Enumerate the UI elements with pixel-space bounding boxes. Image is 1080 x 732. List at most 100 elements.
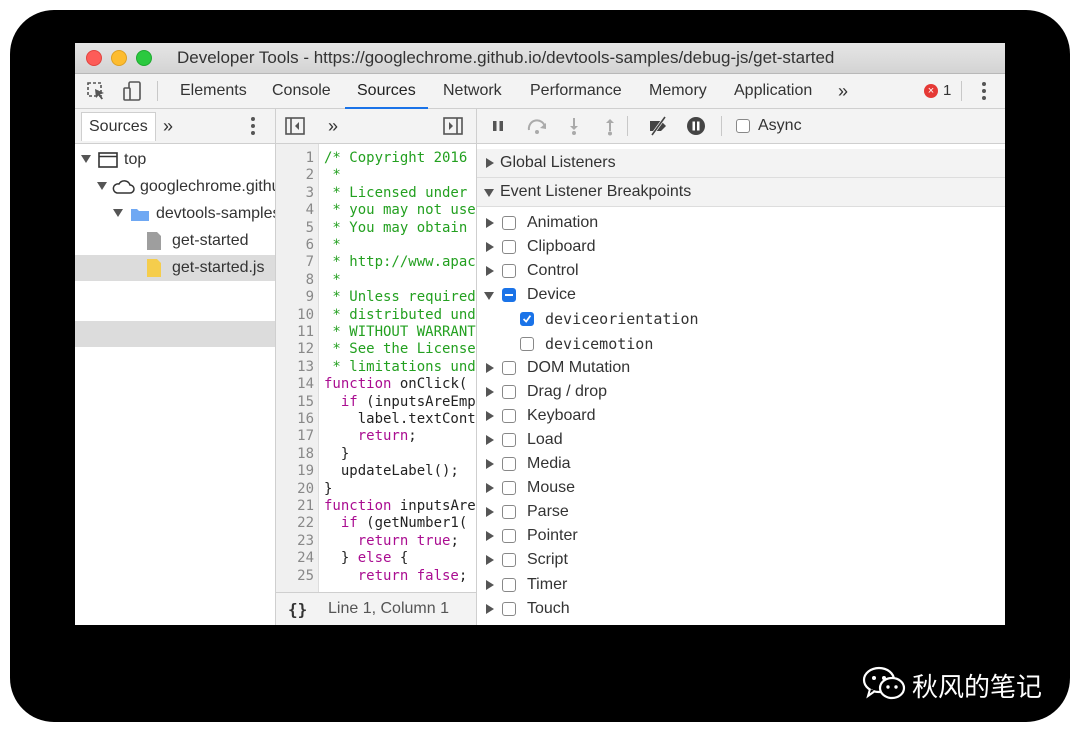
- breakpoint-checkbox[interactable]: [502, 432, 516, 447]
- maximize-window-button[interactable]: [136, 50, 152, 66]
- line-number[interactable]: 22: [276, 515, 314, 532]
- device-toolbar-icon[interactable]: [121, 80, 143, 102]
- section-event-listener-breakpoints[interactable]: Event Listener Breakpoints: [477, 178, 1005, 207]
- collapsed-arrow-icon[interactable]: [486, 362, 494, 373]
- more-tabs-chevron-icon[interactable]: »: [838, 74, 848, 108]
- line-number[interactable]: 8: [276, 272, 314, 289]
- pause-icon[interactable]: [487, 115, 509, 137]
- tab-console[interactable]: Console: [272, 74, 331, 108]
- breakpoint-checkbox[interactable]: [502, 601, 516, 616]
- tab-memory[interactable]: Memory: [649, 74, 707, 108]
- collapsed-arrow-icon[interactable]: [486, 579, 494, 590]
- tree-item-js-file[interactable]: [75, 321, 275, 347]
- line-number[interactable]: 2: [276, 167, 314, 184]
- step-over-icon[interactable]: [526, 115, 548, 137]
- breakpoint-item-dom-mutation[interactable]: DOM Mutation: [477, 356, 1005, 380]
- breakpoint-item-keyboard[interactable]: Keyboard: [477, 404, 1005, 428]
- breakpoint-item-mouse[interactable]: Mouse: [477, 476, 1005, 500]
- line-number[interactable]: 10: [276, 307, 314, 324]
- expand-arrow-icon[interactable]: [81, 155, 91, 163]
- breakpoint-checkbox[interactable]: [502, 240, 516, 255]
- breakpoint-checkbox[interactable]: [502, 360, 516, 375]
- breakpoint-item-load[interactable]: Load: [477, 428, 1005, 452]
- line-number[interactable]: 14: [276, 376, 314, 393]
- breakpoint-checkbox[interactable]: [502, 457, 516, 471]
- navigator-tab-sources[interactable]: Sources: [81, 112, 156, 141]
- section-global-listeners[interactable]: Global Listeners: [477, 149, 1005, 178]
- line-number[interactable]: 3: [276, 185, 314, 202]
- deactivate-breakpoints-icon[interactable]: [647, 115, 669, 137]
- expand-arrow-icon[interactable]: [97, 182, 107, 190]
- line-number[interactable]: 6: [276, 237, 314, 254]
- line-number[interactable]: 20: [276, 481, 314, 498]
- tree-item-domain[interactable]: googlechrome.github.io: [75, 174, 275, 200]
- step-out-icon[interactable]: [599, 115, 621, 137]
- breakpoint-checkbox[interactable]: [502, 216, 516, 230]
- collapsed-arrow-icon[interactable]: [486, 266, 494, 277]
- tree-item-top[interactable]: top: [75, 147, 275, 173]
- inspect-element-icon[interactable]: [85, 80, 107, 102]
- tab-elements[interactable]: Elements: [180, 74, 247, 108]
- breakpoint-item-media[interactable]: Media: [477, 452, 1005, 476]
- line-number[interactable]: 15: [276, 394, 314, 411]
- toggle-debugger-icon[interactable]: [442, 115, 464, 137]
- collapsed-arrow-icon[interactable]: [486, 386, 494, 397]
- tab-performance[interactable]: Performance: [530, 74, 622, 108]
- collapsed-arrow-icon[interactable]: [486, 603, 494, 614]
- breakpoint-item-clipboard[interactable]: Clipboard: [477, 235, 1005, 259]
- line-number[interactable]: 23: [276, 533, 314, 550]
- line-number[interactable]: 4: [276, 202, 314, 219]
- line-number[interactable]: 24: [276, 550, 314, 567]
- breakpoint-item-pointer[interactable]: Pointer: [477, 524, 1005, 548]
- tree-item-file[interactable]: get-started: [75, 228, 275, 254]
- step-into-icon[interactable]: [563, 115, 585, 137]
- breakpoint-item-devicemotion[interactable]: devicemotion: [477, 332, 1005, 356]
- collapsed-arrow-icon[interactable]: [486, 242, 494, 253]
- line-number[interactable]: 25: [276, 568, 314, 585]
- navigator-menu-icon[interactable]: [251, 117, 255, 135]
- breakpoint-item-device[interactable]: Device: [477, 283, 1005, 307]
- breakpoint-checkbox[interactable]: [520, 336, 534, 351]
- line-number[interactable]: 11: [276, 324, 314, 341]
- line-number[interactable]: 17: [276, 428, 314, 445]
- close-window-button[interactable]: [86, 50, 102, 66]
- breakpoint-checkbox[interactable]: [520, 312, 534, 327]
- tab-application[interactable]: Application: [734, 74, 812, 108]
- pause-on-exceptions-icon[interactable]: [685, 115, 707, 137]
- minimize-window-button[interactable]: [111, 50, 127, 66]
- breakpoint-item-animation[interactable]: Animation: [477, 211, 1005, 235]
- customize-menu-icon[interactable]: [982, 82, 986, 100]
- collapsed-arrow-icon[interactable]: [486, 218, 494, 228]
- pretty-print-button[interactable]: {}: [288, 600, 307, 619]
- collapsed-arrow-icon[interactable]: [486, 555, 494, 566]
- breakpoint-item-timer[interactable]: Timer: [477, 573, 1005, 597]
- line-number[interactable]: 5: [276, 220, 314, 237]
- collapsed-arrow-icon[interactable]: [486, 434, 494, 445]
- breakpoint-checkbox[interactable]: [502, 577, 516, 592]
- navigator-more-chevron-icon[interactable]: »: [163, 112, 173, 140]
- breakpoint-checkbox[interactable]: [502, 481, 516, 496]
- line-number[interactable]: 16: [276, 411, 314, 428]
- error-count[interactable]: 1: [943, 74, 951, 108]
- tab-network[interactable]: Network: [443, 74, 502, 108]
- toggle-navigator-icon[interactable]: [284, 115, 306, 137]
- expand-arrow-icon[interactable]: [113, 209, 123, 217]
- breakpoint-checkbox[interactable]: [502, 553, 516, 568]
- error-icon[interactable]: ×: [924, 84, 938, 98]
- tree-item-folder[interactable]: devtools-samples/debug-js: [75, 201, 275, 227]
- collapsed-arrow-icon[interactable]: [486, 410, 494, 421]
- collapsed-arrow-icon[interactable]: [486, 531, 494, 542]
- expanded-arrow-icon[interactable]: [484, 292, 494, 301]
- breakpoint-item-script[interactable]: Script: [477, 548, 1005, 572]
- tab-sources[interactable]: Sources: [345, 74, 428, 109]
- line-number[interactable]: 21: [276, 498, 314, 515]
- line-number[interactable]: 12: [276, 341, 314, 358]
- breakpoint-checkbox[interactable]: [502, 264, 516, 279]
- collapsed-arrow-icon[interactable]: [486, 507, 494, 518]
- async-checkbox[interactable]: [736, 119, 750, 133]
- breakpoint-checkbox[interactable]: [502, 505, 516, 520]
- breakpoint-checkbox[interactable]: [502, 408, 516, 423]
- line-number[interactable]: 7: [276, 254, 314, 271]
- breakpoint-checkbox[interactable]: [502, 384, 516, 399]
- line-number[interactable]: 18: [276, 446, 314, 463]
